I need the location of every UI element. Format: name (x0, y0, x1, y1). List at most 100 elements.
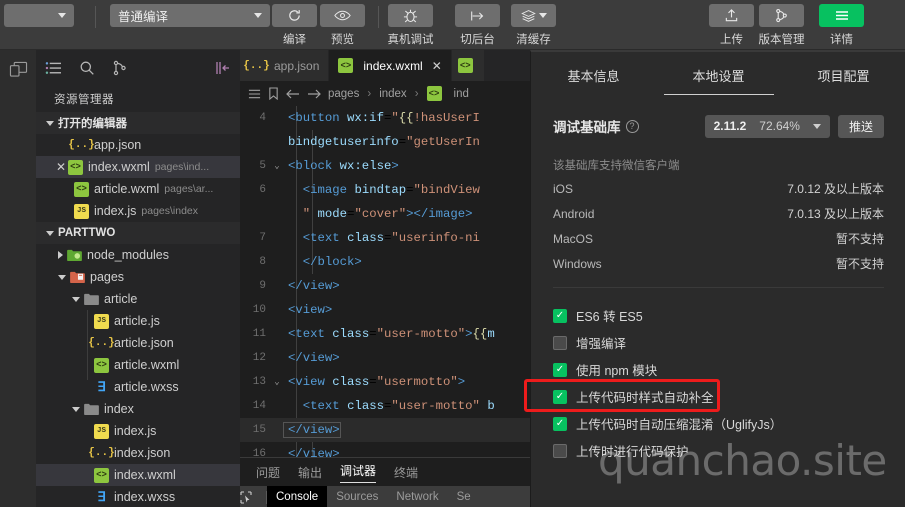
breadcrumb-part-pages[interactable]: pages (328, 88, 359, 100)
wxml-icon: <> (457, 58, 473, 73)
source-control-icon[interactable] (112, 60, 128, 76)
compile-button[interactable] (272, 4, 317, 27)
checkbox-checked-icon[interactable]: ✓ (553, 362, 567, 377)
panel-tab-output[interactable]: 输出 (298, 464, 322, 481)
open-editor-path: pages\ind... (154, 161, 210, 173)
setting-label: 使用 npm 模块 (576, 364, 658, 378)
open-editor-item-article-wxml[interactable]: <> article.wxml pages\ar... (36, 178, 240, 200)
tree-item-article-wxss[interactable]: ∃ article.wxss (36, 376, 240, 398)
detail-tab-basic-info[interactable]: 基本信息 (531, 52, 656, 98)
tree-item-label: article.wxml (114, 358, 180, 372)
compile-mode-select[interactable]: 普通编译 (110, 4, 270, 27)
outline-icon[interactable] (248, 88, 261, 100)
wxml-icon: <> (338, 58, 354, 73)
close-icon[interactable]: ✕ (54, 160, 68, 174)
real-device-debug-button[interactable] (388, 4, 433, 27)
tree-item-label: article.js (114, 314, 160, 328)
question-circle-icon[interactable]: ? (625, 119, 639, 133)
detail-tab-label: 本地设置 (692, 68, 745, 84)
open-editor-item-index-js[interactable]: JS index.js pages\index (36, 200, 240, 222)
tree-item-label: article.json (114, 336, 174, 350)
push-button[interactable]: 推送 (837, 114, 884, 138)
layers-icon (520, 9, 547, 23)
editor-tab-label: index.wxml (363, 58, 423, 73)
breadcrumb-part-file[interactable]: ind (454, 88, 469, 100)
project-header[interactable]: PARTTWO (36, 222, 240, 244)
search-icon[interactable] (79, 60, 95, 76)
back-arrow-icon[interactable] (286, 88, 300, 100)
explorer-icon[interactable] (45, 61, 62, 76)
detail-tab-local-settings[interactable]: 本地设置 (656, 52, 781, 98)
editor-tab-next[interactable]: <> (451, 50, 485, 81)
code-line: 11 <text class="user-motto">{{m (240, 322, 530, 346)
setting-enhanced-compile[interactable]: 增强编译 (531, 329, 905, 356)
tree-item-index-folder[interactable]: index (36, 398, 240, 420)
devtools-tab-network[interactable]: Network (387, 486, 447, 507)
tree-item-article-wxml[interactable]: <> article.wxml (36, 354, 240, 376)
setting-minify-on-upload[interactable]: ✓ 上传代码时自动压缩混淆（UglifyJs） (531, 410, 905, 437)
panel-tab-debugger[interactable]: 调试器 (340, 462, 377, 483)
checkbox-unchecked-icon[interactable] (553, 335, 567, 350)
devtools-tab-console[interactable]: Console (267, 486, 328, 507)
setting-style-autocomplete-on-upload[interactable]: ✓ 上传代码时样式自动补全 (531, 383, 905, 410)
editor-tab-index-wxml[interactable]: <> index.wxml ✕ (329, 50, 452, 81)
tree-item-pages[interactable]: pages (36, 266, 240, 288)
tree-item-index-json[interactable]: {..} index.json (36, 442, 240, 464)
cursor-select-icon[interactable] (240, 490, 266, 504)
editor-tab-app-json[interactable]: {..} app.json (240, 50, 330, 81)
preview-button[interactable] (320, 4, 365, 27)
project-select[interactable] (4, 4, 74, 27)
open-editor-item-app-json[interactable]: {..} app.json (36, 134, 240, 156)
debug-library-version-select[interactable]: 2.11.2 72.64% (704, 114, 830, 138)
checkbox-checked-icon[interactable]: ✓ (553, 389, 567, 404)
upload-button[interactable] (709, 4, 754, 27)
simulator-icon[interactable] (7, 58, 29, 80)
arrow-to-line-icon (469, 9, 487, 23)
debug-library-row: 调试基础库 ? 2.11.2 72.64% 推送 (531, 98, 905, 154)
checkbox-checked-icon[interactable]: ✓ (553, 416, 567, 431)
setting-es6-to-es5[interactable]: ✓ ES6 转 ES5 (531, 302, 905, 329)
panel-tab-problems[interactable]: 问题 (256, 464, 280, 481)
json-icon: {..} (243, 59, 270, 72)
bottom-panel: 问题 输出 调试器 终端 Console Sources Network Se (240, 457, 530, 507)
tree-item-index-wxss[interactable]: ∃ index.wxss (36, 486, 240, 507)
line-number: 15 (252, 424, 266, 436)
devtools-tab-security[interactable]: Se (448, 486, 480, 507)
code-line: 14 <text class="user-motto" b (240, 394, 530, 418)
setting-code-protection-on-upload[interactable]: 上传时进行代码保护 (531, 437, 905, 464)
fold-toggle[interactable]: ⌄ (270, 377, 284, 387)
detail-tab-project-config[interactable]: 项目配置 (781, 52, 905, 98)
details-button[interactable] (819, 4, 864, 27)
checkbox-checked-icon[interactable]: ✓ (553, 308, 567, 323)
devtools-tab-sources[interactable]: Sources (327, 486, 387, 507)
tree-item-index-wxml[interactable]: <> index.wxml (36, 464, 240, 486)
breadcrumb-separator: › (414, 87, 419, 100)
toolbar-divider (95, 6, 96, 28)
section-divider (553, 287, 884, 288)
tree-item-article-folder[interactable]: article (36, 288, 240, 310)
version-manage-button[interactable] (759, 4, 804, 27)
tree-item-index-js[interactable]: JS index.js (36, 420, 240, 442)
line-number: 13 (252, 376, 266, 388)
panel-tab-terminal[interactable]: 终端 (394, 464, 418, 481)
detail-body: 调试基础库 ? 2.11.2 72.64% 推送 该基础库支持微信客户端 iOS… (531, 98, 905, 464)
open-editors-header[interactable]: 打开的编辑器 (36, 112, 240, 134)
forward-arrow-icon[interactable] (307, 88, 321, 100)
breadcrumb-part-index[interactable]: index (379, 88, 407, 100)
tree-indent-guide (87, 310, 88, 380)
upload-icon (724, 8, 739, 23)
switch-background-button[interactable] (455, 4, 500, 27)
open-editor-item-index-wxml[interactable]: ✕ <> index.wxml pages\ind... (36, 156, 240, 178)
collapse-panel-icon[interactable] (215, 61, 231, 75)
clear-cache-button[interactable] (511, 4, 556, 27)
setting-use-npm-modules[interactable]: ✓ 使用 npm 模块 (531, 356, 905, 383)
tree-item-article-js[interactable]: JS article.js (36, 310, 240, 332)
tree-item-article-json[interactable]: {..} article.json (36, 332, 240, 354)
detail-tab-label: 基本信息 (567, 68, 620, 84)
bookmark-icon[interactable] (268, 87, 279, 100)
checkbox-unchecked-icon[interactable] (553, 443, 567, 458)
fold-toggle[interactable]: ⌄ (270, 161, 284, 171)
code-content[interactable]: 4 <button wx:if="{{!hasUserI bindgetuser… (240, 106, 530, 507)
tree-item-node-modules[interactable]: node_modules (36, 244, 240, 266)
close-icon[interactable]: ✕ (432, 59, 442, 73)
